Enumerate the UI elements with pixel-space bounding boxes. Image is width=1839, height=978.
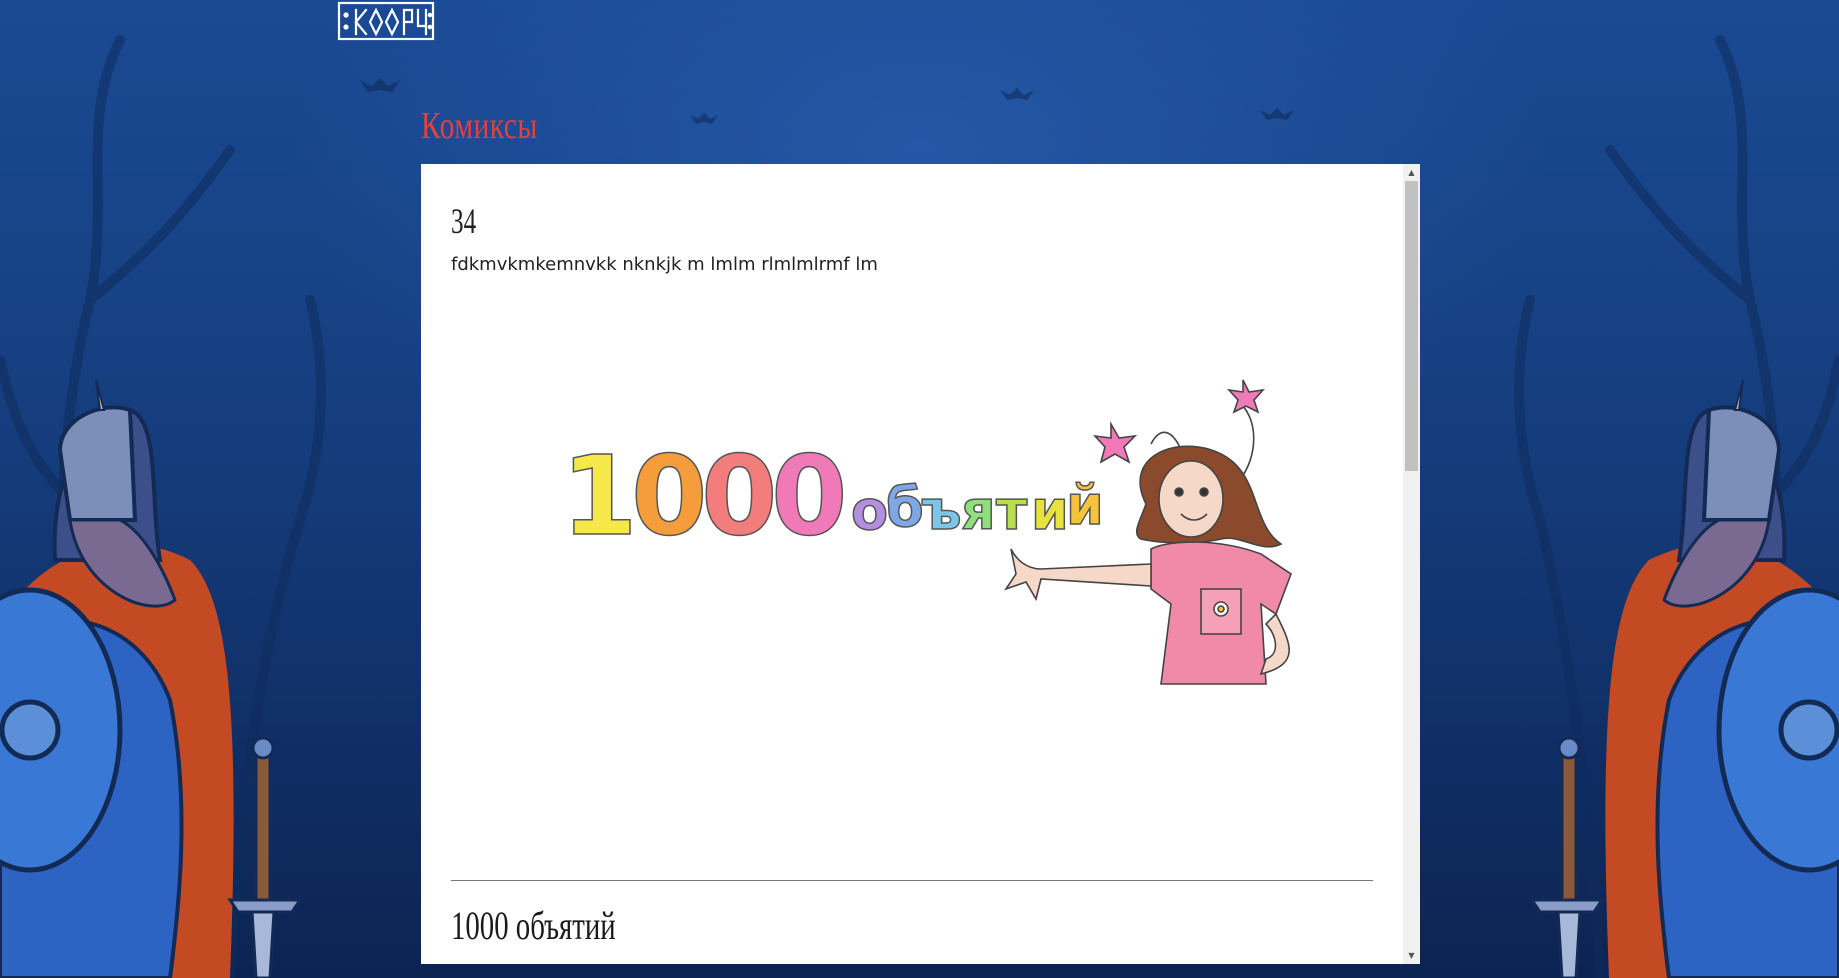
comic-image[interactable]: 1 0 0 0 о б ъ я т и й (521, 374, 1321, 724)
svg-text:о: о (851, 479, 888, 542)
svg-text:0: 0 (631, 432, 708, 560)
svg-text:й: й (1066, 474, 1104, 537)
scroll-up-arrow-icon[interactable]: ▲ (1403, 164, 1420, 181)
site-logo[interactable] (336, 0, 436, 46)
svg-text:я: я (961, 479, 996, 542)
right-knight-illustration (1529, 379, 1839, 978)
panel-scrollbar[interactable]: ▲ ▼ (1403, 164, 1420, 964)
comic-number: 34 (451, 201, 477, 241)
scroll-down-arrow-icon[interactable]: ▼ (1403, 947, 1420, 964)
svg-text:0: 0 (701, 432, 778, 560)
svg-text:б: б (886, 476, 924, 539)
comic-title[interactable]: 1000 объятий (451, 902, 616, 949)
svg-text:ъ: ъ (921, 479, 962, 542)
comic-description: fdkmvkmkemnvkk nknkjk m lmlm rlmlmlrmf l… (451, 254, 878, 275)
scroll-thumb[interactable] (1405, 181, 1418, 471)
svg-text:т: т (996, 479, 1028, 542)
page-title: Комиксы (421, 105, 538, 147)
left-knight-illustration (0, 379, 303, 978)
svg-text:1: 1 (561, 432, 638, 560)
divider (451, 880, 1373, 881)
comic-panel[interactable]: 34 fdkmvkmkemnvkk nknkjk m lmlm rlmlmlrm… (421, 164, 1420, 964)
svg-text:0: 0 (771, 432, 848, 560)
svg-text:и: и (1031, 479, 1069, 542)
